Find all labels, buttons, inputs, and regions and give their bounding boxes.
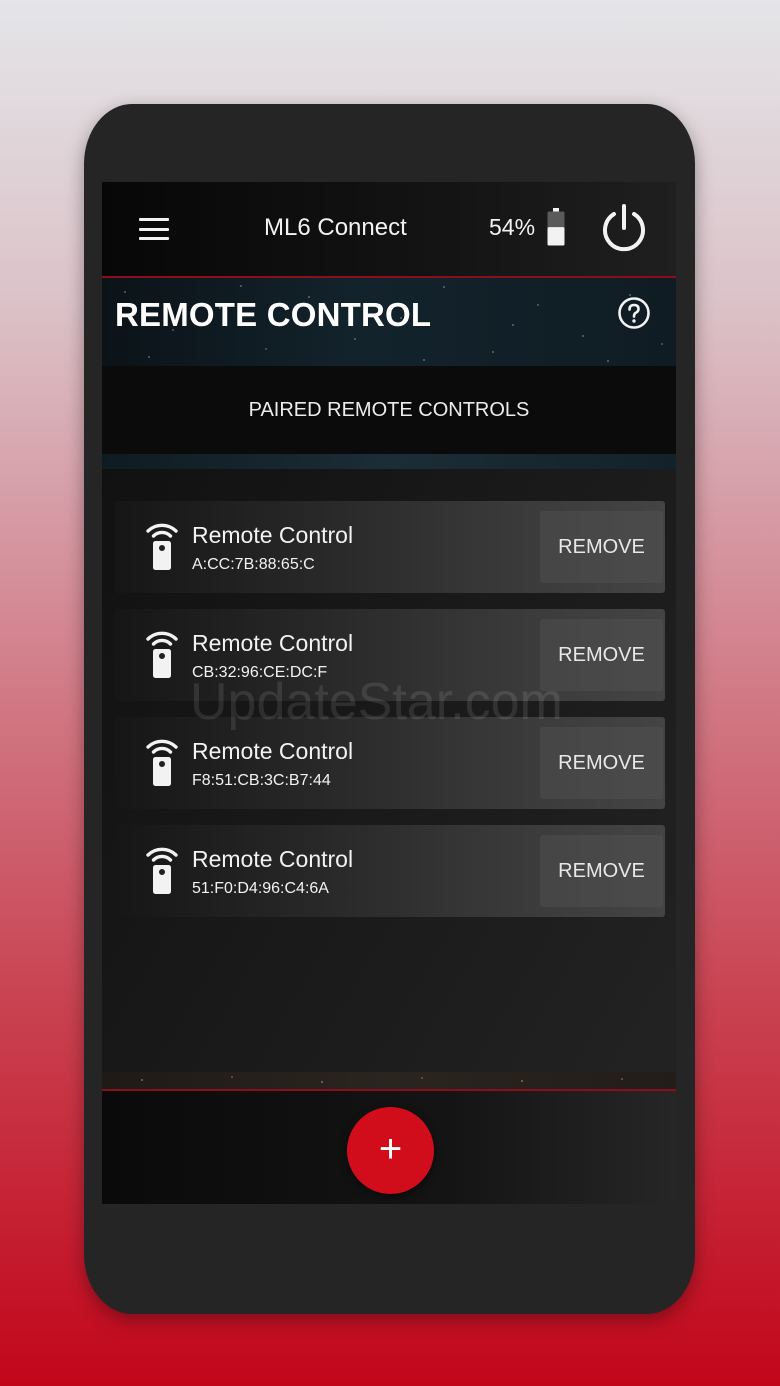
power-icon[interactable] [598, 202, 650, 254]
remove-button[interactable]: REMOVE [540, 619, 663, 691]
question-circle-icon[interactable] [617, 296, 651, 330]
list-item[interactable]: Remote Control CB:32:96:CE:DC:F REMOVE [115, 609, 665, 701]
remove-button[interactable]: REMOVE [540, 727, 663, 799]
battery-icon [547, 208, 565, 246]
device-address: 51:F0:D4:96:C4:6A [192, 880, 329, 897]
device-address: F8:51:CB:3C:B7:44 [192, 772, 331, 789]
bottom-bar: + [102, 1091, 676, 1204]
remove-button[interactable]: REMOVE [540, 511, 663, 583]
list-item[interactable]: Remote Control 51:F0:D4:96:C4:6A REMOVE [115, 825, 665, 917]
bottom-divider [102, 1072, 676, 1091]
section-banner: REMOTE CONTROL [102, 278, 676, 366]
device-address: CB:32:96:CE:DC:F [192, 664, 328, 681]
app-title: ML6 Connect [264, 214, 407, 241]
add-remote-button[interactable]: + [347, 1107, 434, 1194]
list-item[interactable]: Remote Control A:CC:7B:88:65:C REMOVE [115, 501, 665, 593]
remote-control-icon [146, 739, 178, 786]
remote-control-icon [146, 631, 178, 678]
battery-percentage: 54% [489, 214, 536, 240]
paired-device-list: Remote Control A:CC:7B:88:65:C REMOVE Re… [115, 501, 665, 933]
device-address: A:CC:7B:88:65:C [192, 556, 315, 573]
banner-divider [102, 454, 676, 469]
menu-icon[interactable] [139, 218, 169, 240]
app-bar: ML6 Connect 54% [102, 182, 676, 278]
device-name: Remote Control [192, 522, 354, 548]
remove-button[interactable]: REMOVE [540, 835, 663, 907]
list-item[interactable]: Remote Control F8:51:CB:3C:B7:44 REMOVE [115, 717, 665, 809]
device-name: Remote Control [192, 630, 354, 656]
add-icon: + [378, 1127, 403, 1171]
remote-control-icon [146, 523, 178, 570]
app-screen: ML6 Connect 54% REMOTE CONTROL PAIRED RE… [102, 182, 676, 1204]
device-name: Remote Control [192, 738, 354, 764]
remote-control-icon [146, 847, 178, 894]
section-subheader: PAIRED REMOTE CONTROLS [102, 366, 676, 454]
device-name: Remote Control [192, 846, 354, 872]
page-title: REMOTE CONTROL [115, 296, 432, 333]
